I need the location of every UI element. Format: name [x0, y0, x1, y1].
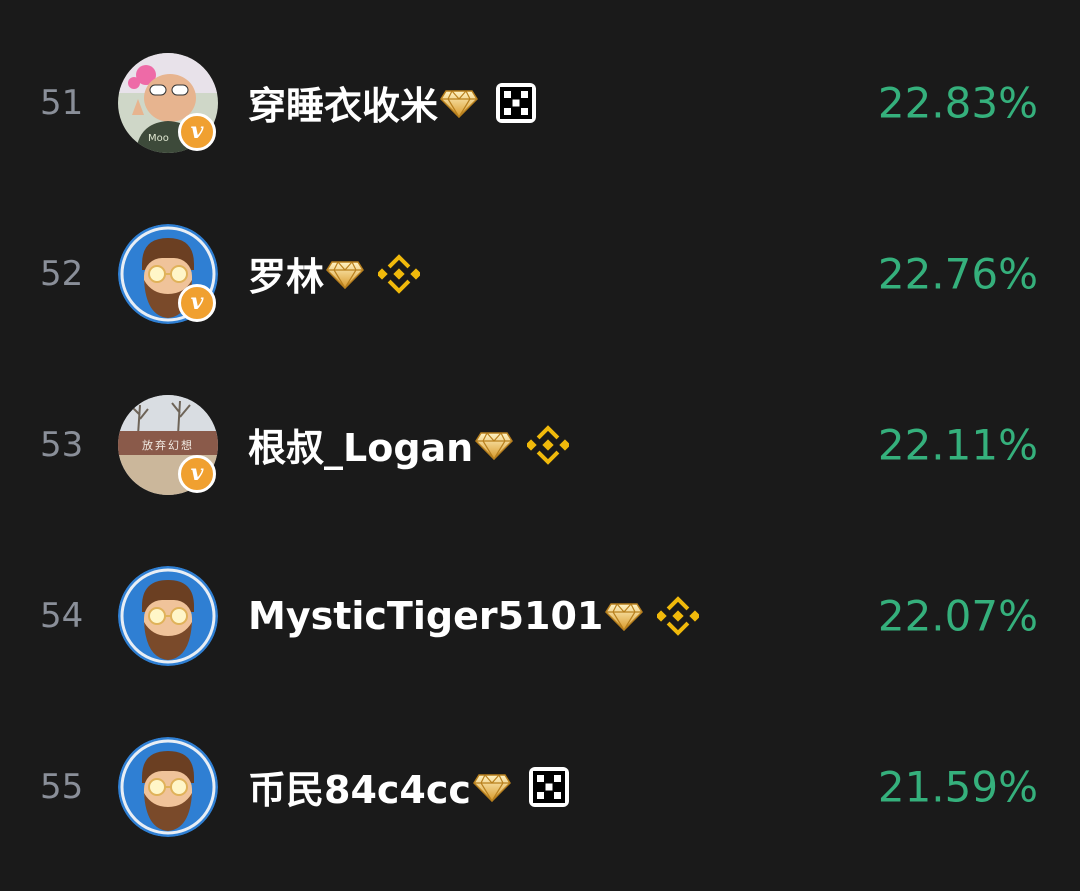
diamond-icon [472, 773, 511, 802]
user-name[interactable]: 根叔_Logan [248, 417, 473, 472]
bearded-man-avatar-icon [118, 565, 218, 666]
binance-icon [378, 253, 421, 294]
rank-number: 53 [40, 424, 84, 465]
user-name[interactable]: 穿睡衣收米 [248, 75, 438, 130]
vip-badge-icon: v [178, 454, 216, 493]
rank-number: 52 [40, 253, 84, 294]
vip-badge-icon: v [178, 283, 216, 322]
rank-number: 54 [40, 595, 84, 636]
leaderboard-row[interactable]: 51 Moo v 穿睡衣收米 22.83% [0, 17, 1080, 188]
binance-icon [527, 424, 570, 465]
svg-text:Moo: Moo [148, 133, 169, 144]
return-percent: 22.07% [877, 591, 1038, 640]
avatar[interactable] [118, 565, 218, 666]
user-name-group[interactable]: MysticTiger5101 [248, 586, 700, 646]
rank-number: 51 [40, 82, 84, 123]
user-name-group[interactable]: 穿睡衣收米 [248, 73, 537, 133]
bearded-man-avatar-icon [118, 736, 218, 837]
return-percent: 22.76% [877, 249, 1038, 298]
okx-icon [528, 766, 569, 807]
avatar[interactable]: Moo v [118, 52, 218, 153]
leaderboard-row[interactable]: 54 MysticTiger5101 22.07% [0, 530, 1080, 701]
rank-number: 55 [40, 766, 84, 807]
leaderboard-row[interactable]: 53 放弃幻想 v 根叔_Logan 22.11% [0, 359, 1080, 530]
diamond-icon [605, 602, 644, 631]
user-name-group[interactable]: 根叔_Logan [248, 415, 570, 475]
diamond-icon [440, 89, 478, 118]
avatar[interactable]: 放弃幻想 v [118, 394, 218, 495]
binance-icon [657, 595, 700, 636]
user-name-group[interactable]: 币民84c4cc [248, 757, 569, 817]
user-name-group[interactable]: 罗林 [248, 244, 421, 304]
return-percent: 22.83% [877, 78, 1038, 127]
diamond-icon [475, 431, 514, 460]
leaderboard-row[interactable]: 52 v 罗林 22.76% [0, 188, 1080, 359]
user-name[interactable]: 币民84c4cc [248, 759, 471, 814]
diamond-icon [326, 260, 364, 289]
leaderboard-row[interactable]: 55 币民84c4cc 21.59% [0, 701, 1080, 872]
user-name[interactable]: 罗林 [248, 246, 324, 301]
okx-icon [496, 82, 537, 123]
user-name[interactable]: MysticTiger5101 [248, 594, 603, 638]
avatar-caption: 放弃幻想 [142, 438, 194, 452]
avatar[interactable] [118, 736, 218, 837]
leaderboard-list: 51 Moo v 穿睡衣收米 22.83% 52 v 罗林 22.76% 53 … [0, 0, 1080, 891]
vip-badge-icon: v [178, 112, 216, 151]
return-percent: 22.11% [877, 420, 1038, 469]
avatar[interactable]: v [118, 223, 218, 324]
return-percent: 21.59% [877, 762, 1038, 811]
